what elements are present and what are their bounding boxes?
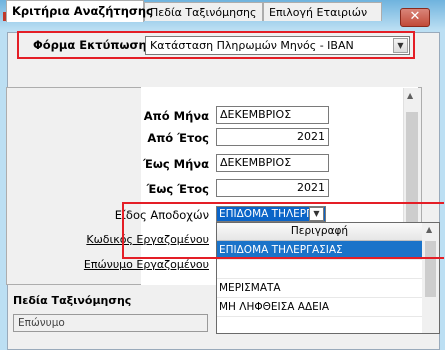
employee-surname-link[interactable]: Επώνυμο Εργαζομένου: [29, 258, 209, 271]
to-year-field[interactable]: 2021: [216, 179, 329, 197]
chevron-down-icon[interactable]: ▼: [393, 38, 408, 53]
dropdown-option[interactable]: ΜΕΡΙΣΜΑΤΑ: [217, 279, 422, 298]
sort-fields-label: Πεδία Ταξινόμησης: [13, 294, 132, 307]
payment-type-highlight-box: [122, 202, 444, 259]
scroll-up-icon[interactable]: ▲: [407, 91, 413, 100]
dropdown-option[interactable]: ΜΗ ΛΗΦΘΕΙΣΑ ΑΔΕΙΑ: [217, 298, 422, 317]
tab-company-selection[interactable]: Επιλογή Εταιριών: [263, 2, 382, 21]
dialog-window: ✕ Φόρμα Εκτύπωσης Κατάσταση Πληρωμών Μην…: [0, 0, 445, 350]
to-month-field[interactable]: ΔΕΚΕΜΒΡΙΟΣ: [216, 154, 329, 172]
close-button[interactable]: ✕: [400, 8, 430, 27]
from-year-label: Από Έτος: [147, 131, 209, 145]
form-select-value: Κατάσταση Πληρωμών Μηνός - IBAN: [150, 39, 354, 52]
from-month-field[interactable]: ΔΕΚΕΜΒΡΙΟΣ: [216, 106, 329, 124]
form-select[interactable]: Κατάσταση Πληρωμών Μηνός - IBAN ▼: [145, 36, 410, 55]
tab-sort-fields[interactable]: Πεδία Ταξινόμησης: [144, 2, 263, 21]
dropdown-option[interactable]: [217, 260, 422, 279]
to-year-label: Έως Έτος: [146, 182, 209, 196]
to-month-label: Έως Μήνα: [143, 157, 209, 171]
from-year-field[interactable]: 2021: [216, 128, 329, 146]
form-label: Φόρμα Εκτύπωσης: [33, 38, 154, 52]
tab-search-criteria[interactable]: Κριτήρια Αναζήτησης: [6, 0, 153, 22]
sort-fields-value: Επώνυμο: [13, 314, 208, 332]
from-month-label: Από Μήνα: [143, 109, 209, 123]
